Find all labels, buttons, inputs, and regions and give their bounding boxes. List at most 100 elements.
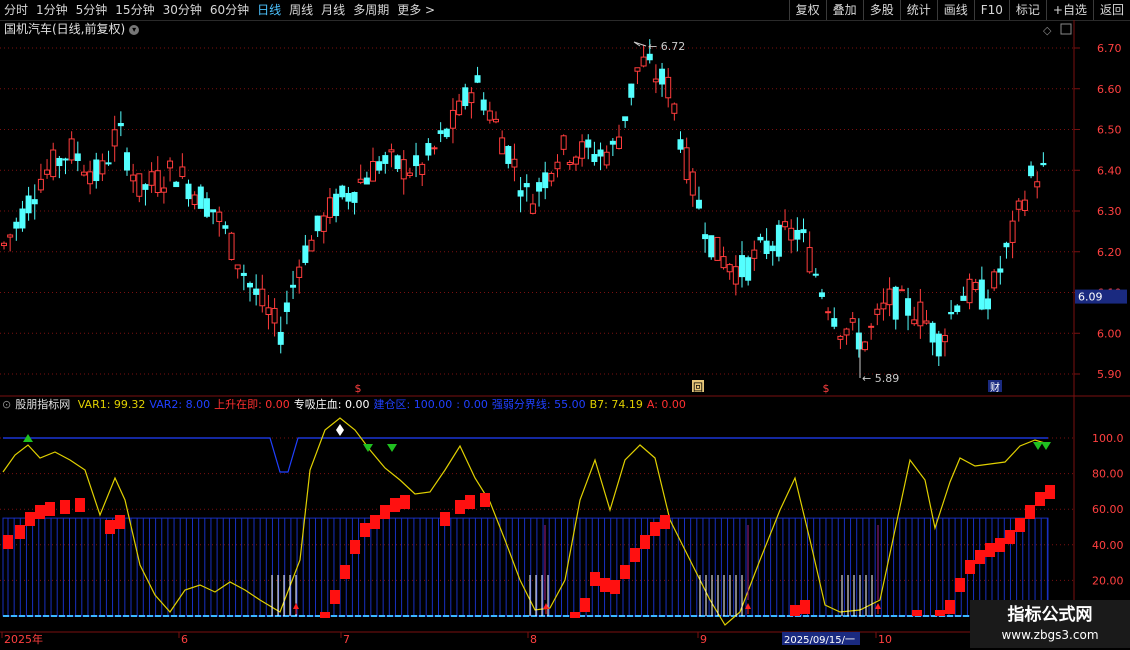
candle-body [493,118,499,123]
candle-body [474,75,481,83]
candle-body [406,172,413,176]
candle-body [216,211,223,222]
candle-body [271,307,278,324]
date-label: 7 [343,633,350,646]
candle-body [345,193,352,202]
candle-body [517,190,524,197]
indicator-value-3: 专吸庄血: 0.00 [293,398,370,411]
candle-body [763,240,770,254]
candle-body [148,171,155,186]
candle-body [831,318,838,327]
candle-body [130,174,137,182]
low-annotation: ← 5.89 [862,372,899,385]
price-tick-label: 6.40 [1097,164,1122,177]
candle-body [394,155,401,170]
candle-body [68,138,75,161]
candle-body [234,264,241,270]
date-label: 2025年 [4,632,43,646]
candle-body [714,236,721,261]
candle-body [905,298,912,316]
candle-body [1021,199,1028,212]
candle-body [966,278,973,304]
b7-block [800,600,810,614]
candle-body [19,208,26,229]
green-down-arrow-icon [363,444,373,452]
b7-block [650,522,660,536]
indicator-menu-icon[interactable]: ⊙ [2,398,11,411]
candle-body [290,284,297,288]
candle-body [333,193,340,217]
candle-body [634,67,641,72]
candle-body [74,153,81,161]
candle-body [80,171,87,176]
candle-body [923,320,930,324]
candle-body [462,87,469,107]
candle-body [376,161,383,171]
b7-block [440,512,450,526]
candle-body [745,257,752,281]
ind-tick-label: 60.00 [1092,503,1124,516]
candle-body [788,227,795,241]
ind-tick-label: 80.00 [1092,468,1124,481]
candle-body [708,235,715,258]
watermark-title: 指标公式网 [1007,605,1093,625]
candle-body [597,149,604,157]
candle-body [117,123,124,127]
var1-line [2,417,1049,626]
candle-body [1,242,7,247]
b7-block [600,578,610,592]
b7-block [390,498,400,512]
indicator-value-1: VAR2: 8.00 [149,398,211,411]
b7-block [1035,492,1045,506]
b7-block [935,610,945,616]
strength-zone [2,517,1049,617]
indicator-value-6: 强弱分界线: 55.00 [491,398,586,411]
candle-body [689,171,696,196]
candle-body [203,198,210,217]
candle-body [99,160,106,175]
kline-chart[interactable]: ◇6.706.606.506.406.306.206.106.005.906.0… [0,0,1130,650]
b7-block [630,548,640,562]
candle-body [892,286,899,320]
b7-block [620,565,630,579]
candle-body [400,159,407,180]
candle-body [25,195,32,214]
candle-body [87,171,94,185]
candle-body [991,271,998,289]
green-down-arrow-icon [387,444,397,452]
candle-body [960,295,967,301]
b7-block [945,600,955,614]
candle-body [326,197,333,218]
price-tick-label: 6.00 [1097,327,1122,340]
candle-body [806,247,813,273]
b7-block [380,505,390,519]
candle-body [50,149,57,178]
ind-tick-label: 20.00 [1092,574,1124,587]
candle-body [985,298,991,310]
candle-body [339,185,346,198]
candle-body [855,332,862,350]
b7-block [610,580,620,594]
candle-body [93,159,100,182]
candle-body [929,322,936,343]
date-label: 6 [181,633,188,646]
candle-body [751,249,758,259]
candle-body [56,157,63,167]
candle-body [283,302,290,312]
candle-body [671,103,678,114]
candle-body [449,109,456,129]
candle-body [572,156,579,165]
candle-body [616,136,622,149]
date-label: 10 [878,633,892,646]
indicator-value-7: B7: 74.19 [589,398,643,411]
candle-body [320,215,327,232]
candle-body [560,135,567,150]
candle-body [1009,220,1016,243]
up-arrow-icon [875,603,881,609]
green-down-arrow-icon [1033,442,1043,450]
candle-body [363,177,370,185]
candle-body [468,92,475,104]
candle-body [695,199,702,209]
candle-body [314,215,321,232]
candle-body [425,143,432,156]
